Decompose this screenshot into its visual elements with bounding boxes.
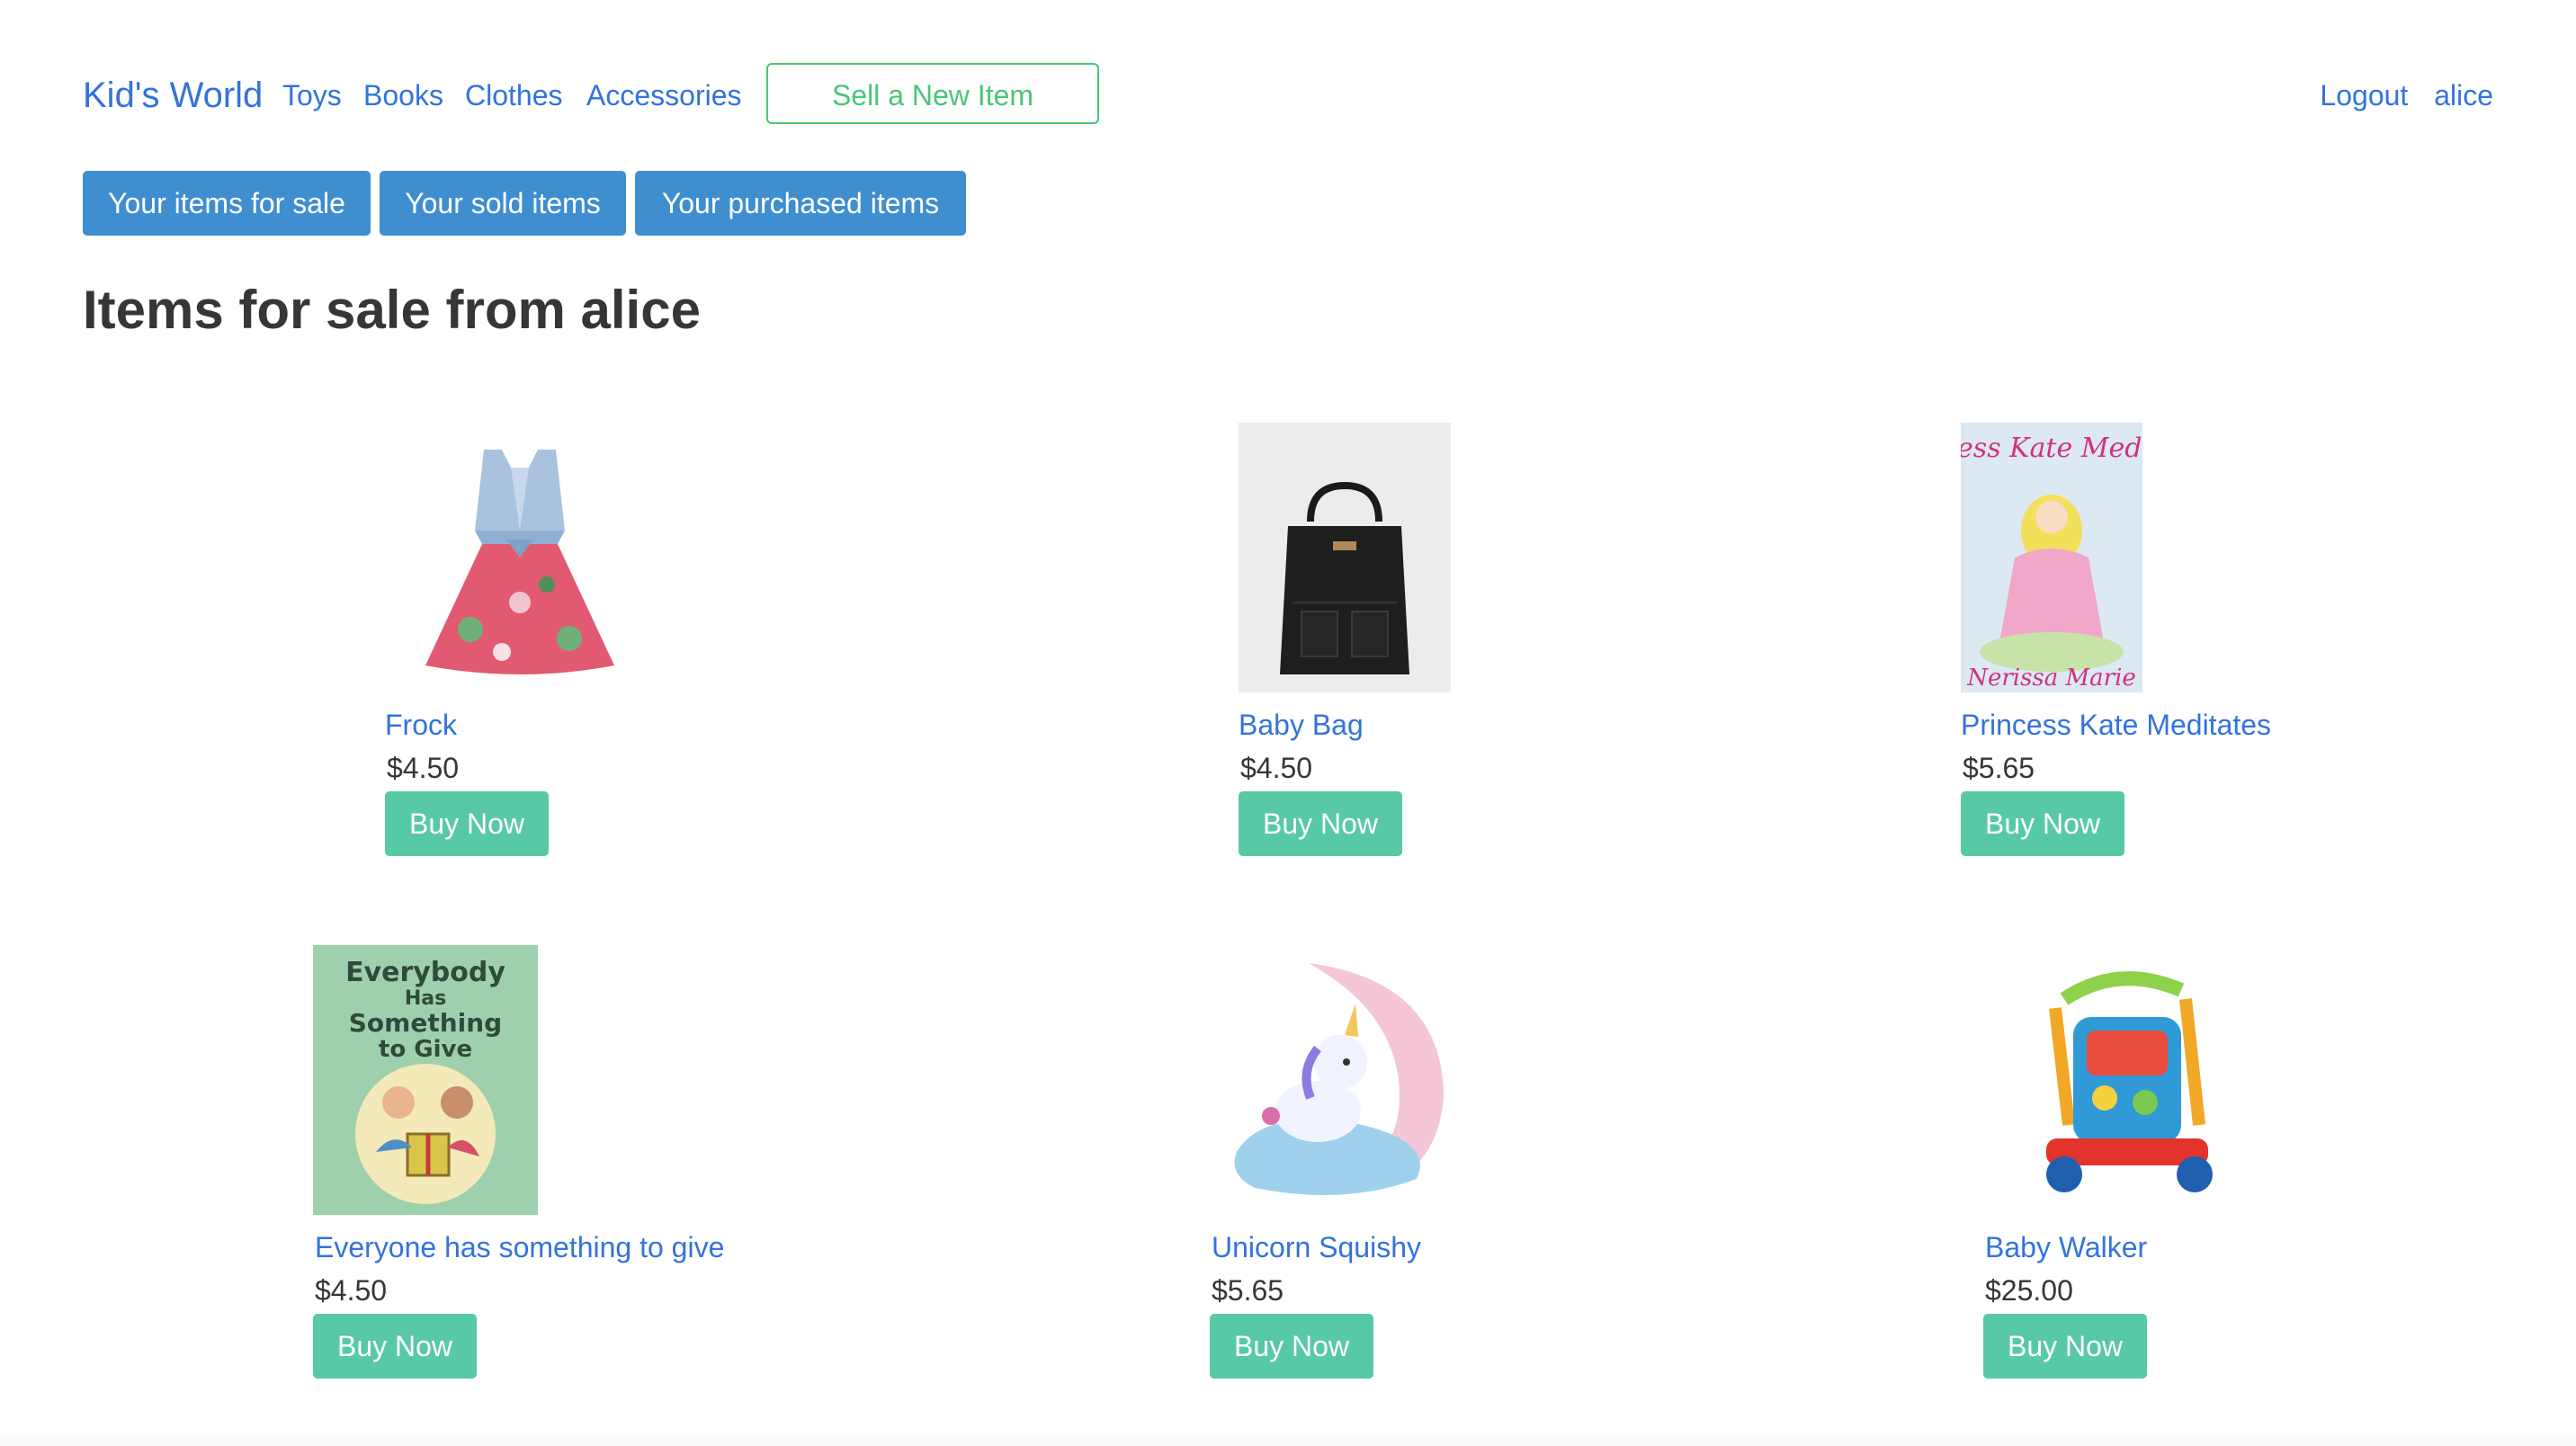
item-card: Baby Walker $25.00 Buy Now: [1983, 945, 2253, 1379]
sell-new-item-button[interactable]: Sell a New Item: [766, 63, 1099, 124]
item-name-link[interactable]: Frock: [385, 709, 457, 742]
nav-link-accessories[interactable]: Accessories: [586, 79, 742, 112]
buy-now-button[interactable]: Buy Now: [1210, 1314, 1373, 1379]
frock-image[interactable]: [385, 423, 655, 692]
user-link[interactable]: alice: [2434, 79, 2493, 112]
item-price: $4.50: [1240, 752, 1313, 784]
item-name-link[interactable]: Baby Walker: [1985, 1231, 2147, 1264]
cover-title-line: Something: [349, 1008, 502, 1038]
buy-now-button[interactable]: Buy Now: [1239, 791, 1402, 856]
item-price: $5.65: [1212, 1274, 1284, 1307]
buy-now-button[interactable]: Buy Now: [1961, 791, 2124, 856]
nav-right: Logout alice: [2302, 79, 2493, 112]
brand-link[interactable]: Kid's World: [83, 76, 263, 116]
nav-link-books[interactable]: Books: [363, 79, 443, 112]
item-card: Baby Bag $4.50 Buy Now: [1239, 423, 1451, 856]
item-card: Frock $4.50 Buy Now: [385, 423, 655, 856]
logout-link[interactable]: Logout: [2320, 79, 2408, 112]
cover-author: Nerissa Marie: [1966, 665, 2136, 692]
page-title: Items for sale from alice: [83, 280, 701, 340]
book-cover-image[interactable]: Everybody Has Something to Give: [313, 945, 538, 1215]
book-cover-image[interactable]: Princess Kate Meditates Nerissa Marie: [1961, 423, 2142, 692]
buy-now-button[interactable]: Buy Now: [385, 791, 549, 856]
nav-link-clothes[interactable]: Clothes: [465, 79, 563, 112]
navbar: Kid's World Toys Books Clothes Accessori…: [83, 63, 2493, 128]
item-name-link[interactable]: Unicorn Squishy: [1212, 1231, 1421, 1264]
item-price: $25.00: [1985, 1274, 2073, 1307]
cover-title-line: Everybody: [345, 957, 505, 988]
cover-title-line-1: Princess Kate Meditates: [1961, 433, 2142, 464]
item-card: Unicorn Squishy $5.65 Buy Now: [1210, 945, 1480, 1379]
item-price: $4.50: [315, 1274, 388, 1307]
item-name-link[interactable]: Everyone has something to give: [315, 1231, 724, 1264]
tab-items-for-sale[interactable]: Your items for sale: [83, 171, 371, 236]
buy-now-button[interactable]: Buy Now: [1983, 1314, 2147, 1379]
unicorn-squishy-image[interactable]: [1210, 945, 1480, 1215]
item-price: $4.50: [387, 752, 460, 784]
buy-now-button[interactable]: Buy Now: [313, 1314, 477, 1379]
tab-purchased-items[interactable]: Your purchased items: [635, 171, 966, 236]
tab-sold-items[interactable]: Your sold items: [380, 171, 626, 236]
cover-title-line: to Give: [379, 1036, 472, 1063]
baby-bag-image[interactable]: [1239, 423, 1451, 692]
item-name-link[interactable]: Princess Kate Meditates: [1961, 709, 2271, 742]
cover-title-line: Has: [405, 987, 446, 1010]
item-price: $5.65: [1963, 752, 2035, 784]
baby-walker-image[interactable]: [1983, 945, 2253, 1215]
nav-link-toys[interactable]: Toys: [282, 79, 342, 112]
item-name-link[interactable]: Baby Bag: [1239, 709, 1364, 742]
item-card: Princess Kate Meditates Nerissa Marie Pr…: [1961, 423, 2271, 856]
page-footer-strip: [0, 1435, 2576, 1446]
item-card: Everybody Has Something to Give Everyone…: [313, 945, 724, 1379]
